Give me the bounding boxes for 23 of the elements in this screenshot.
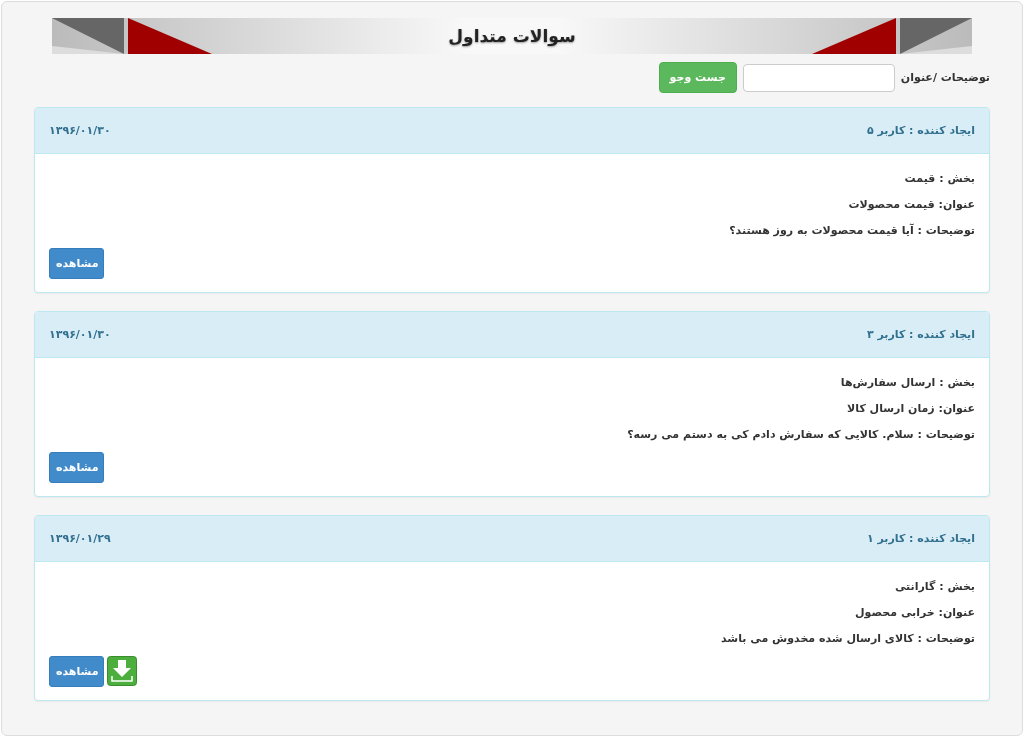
view-button[interactable]: مشاهده — [49, 248, 104, 279]
section-text: بخش : گارانتی — [893, 580, 975, 593]
subject-text: عنوان: زمان ارسال کالا — [846, 402, 975, 415]
page-title: سوالات متداول — [448, 26, 576, 46]
description-text: توضیحات : سلام. کالایی که سفارش دادم کی به دستم می رسه؟ — [626, 428, 975, 441]
subject-text: عنوان: قیمت محصولات — [847, 198, 975, 211]
section-text: بخش : قیمت — [903, 172, 975, 185]
subject-text: عنوان: خرابی محصول — [854, 606, 975, 619]
view-button[interactable]: مشاهده — [49, 656, 104, 687]
search-label: توضیحات /عنوان — [900, 71, 990, 84]
date-label: ۱۳۹۶/۰۱/۳۰ — [49, 328, 111, 341]
search-field[interactable] — [742, 63, 895, 92]
creator-label: ایجاد کننده : کاربر ۳ — [866, 328, 975, 341]
creator-label: ایجاد کننده : کاربر ۵ — [866, 124, 975, 137]
search-button[interactable]: جست وجو — [658, 62, 737, 93]
date-label: ۱۳۹۶/۰۱/۲۹ — [49, 532, 111, 545]
download-icon[interactable] — [107, 656, 137, 686]
description-text: توضیحات : کالای ارسال شده مخدوش می باشد — [720, 632, 975, 645]
date-label: ۱۳۹۶/۰۱/۳۰ — [49, 124, 111, 137]
view-button[interactable]: مشاهده — [49, 452, 104, 483]
section-text: بخش : ارسال سفارش‌ها — [839, 376, 975, 389]
description-text: توضیحات : آیا قیمت محصولات به روز هستند؟ — [728, 224, 975, 237]
creator-label: ایجاد کننده : کاربر ۱ — [866, 532, 975, 545]
